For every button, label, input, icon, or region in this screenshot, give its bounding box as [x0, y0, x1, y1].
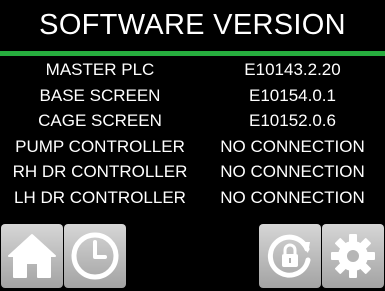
- gear-icon: [331, 234, 375, 278]
- lock-button[interactable]: [259, 224, 321, 288]
- version-label: LH DR CONTROLLER: [14, 187, 186, 207]
- version-value: E10154.0.1: [249, 85, 336, 105]
- version-row-cage-screen: CAGE SCREEN E10152.0.6: [0, 108, 385, 134]
- settings-button[interactable]: [322, 224, 384, 288]
- version-row-base-screen: BASE SCREEN E10154.0.1: [0, 83, 385, 109]
- version-value: NO CONNECTION: [220, 162, 365, 181]
- version-value: NO CONNECTION: [220, 136, 365, 156]
- version-row-master-plc: MASTER PLC E10143.2.20: [0, 57, 385, 83]
- clock-icon: [71, 232, 119, 280]
- page-title: SOFTWARE VERSION: [0, 0, 385, 51]
- refresh-lock-icon: [267, 234, 311, 278]
- footer-toolbar: [0, 221, 385, 291]
- version-value: NO CONNECTION: [220, 187, 365, 207]
- version-row-rh-dr-controller: RH DR CONTROLLER NO CONNECTION: [0, 159, 385, 185]
- version-label: CAGE SCREEN: [38, 111, 162, 130]
- version-value: E10143.2.20: [244, 60, 341, 79]
- version-label: PUMP CONTROLLER: [15, 136, 185, 156]
- header-accent-bar: [0, 51, 385, 56]
- home-icon: [8, 234, 56, 278]
- version-label: BASE SCREEN: [39, 85, 161, 105]
- version-list: MASTER PLC E10143.2.20 BASE SCREEN E1015…: [0, 57, 385, 210]
- version-row-pump-controller: PUMP CONTROLLER NO CONNECTION: [0, 134, 385, 160]
- history-button[interactable]: [64, 224, 126, 288]
- home-button[interactable]: [1, 224, 63, 288]
- version-label: RH DR CONTROLLER: [12, 162, 188, 181]
- version-row-lh-dr-controller: LH DR CONTROLLER NO CONNECTION: [0, 185, 385, 211]
- software-version-screen: SOFTWARE VERSION MASTER PLC E10143.2.20 …: [0, 0, 385, 291]
- version-label: MASTER PLC: [45, 60, 155, 79]
- version-value: E10152.0.6: [249, 111, 336, 130]
